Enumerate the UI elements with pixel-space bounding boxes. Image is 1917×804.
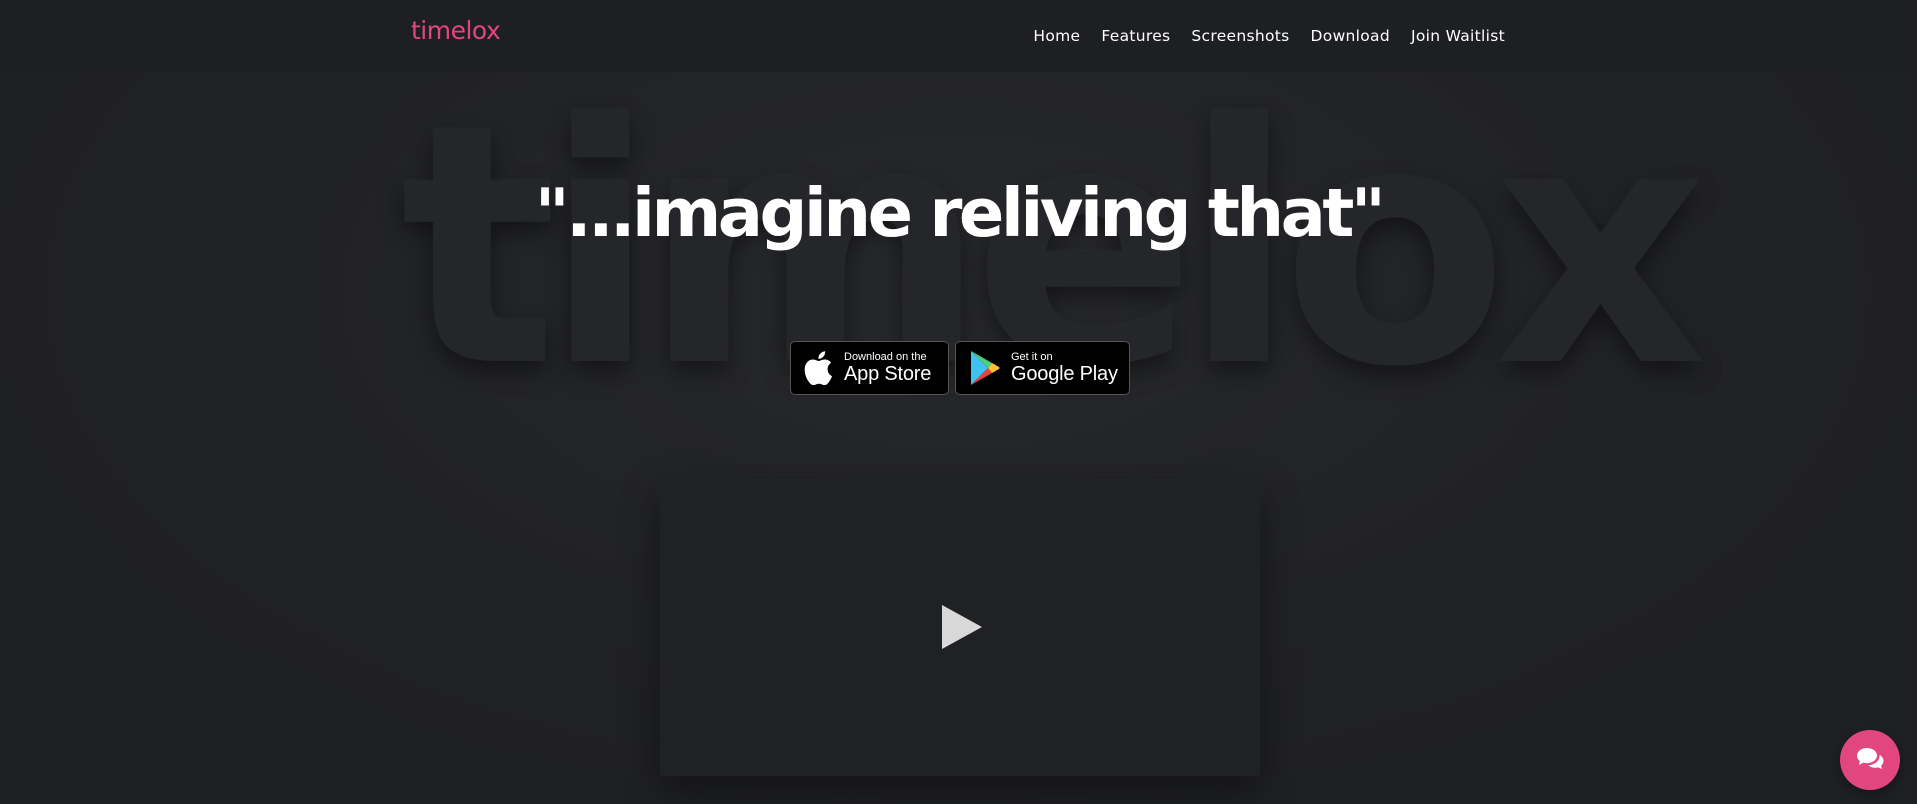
nav-screenshots-link[interactable]: Screenshots <box>1191 27 1289 45</box>
video-player[interactable] <box>660 480 1260 776</box>
google-play-text: Get it on Google Play <box>1011 351 1118 385</box>
google-play-big-text: Google Play <box>1011 363 1118 385</box>
google-play-button[interactable]: Get it on Google Play <box>955 341 1130 395</box>
nav-home-link[interactable]: Home <box>1033 27 1080 45</box>
app-store-small-text: Download on the <box>844 351 927 363</box>
nav-links: Home Features Screenshots Download Join … <box>1033 27 1505 45</box>
play-icon[interactable] <box>940 603 984 651</box>
app-store-button[interactable]: Download on the App Store <box>790 341 949 395</box>
page: timelox Home Features Screenshots Downlo… <box>0 0 1917 804</box>
apple-icon <box>801 350 835 386</box>
logo[interactable]: timelox <box>411 18 501 43</box>
store-buttons: Download on the App Store Get it on Goog… <box>790 341 1130 395</box>
nav-features-link[interactable]: Features <box>1101 27 1170 45</box>
nav-join-waitlist-link[interactable]: Join Waitlist <box>1411 27 1505 45</box>
hero-headline: "...imagine reliving that" <box>534 174 1386 252</box>
chat-button[interactable] <box>1840 730 1900 790</box>
top-navbar: timelox Home Features Screenshots Downlo… <box>0 0 1917 72</box>
google-play-icon <box>968 350 1002 386</box>
chat-icon <box>1856 746 1884 774</box>
nav-download-link[interactable]: Download <box>1311 27 1390 45</box>
app-store-big-text: App Store <box>844 363 932 385</box>
hero-section: timelox "...imagine reliving that" Downl… <box>0 72 1917 804</box>
google-play-small-text: Get it on <box>1011 351 1053 363</box>
app-store-text: Download on the App Store <box>844 351 931 385</box>
